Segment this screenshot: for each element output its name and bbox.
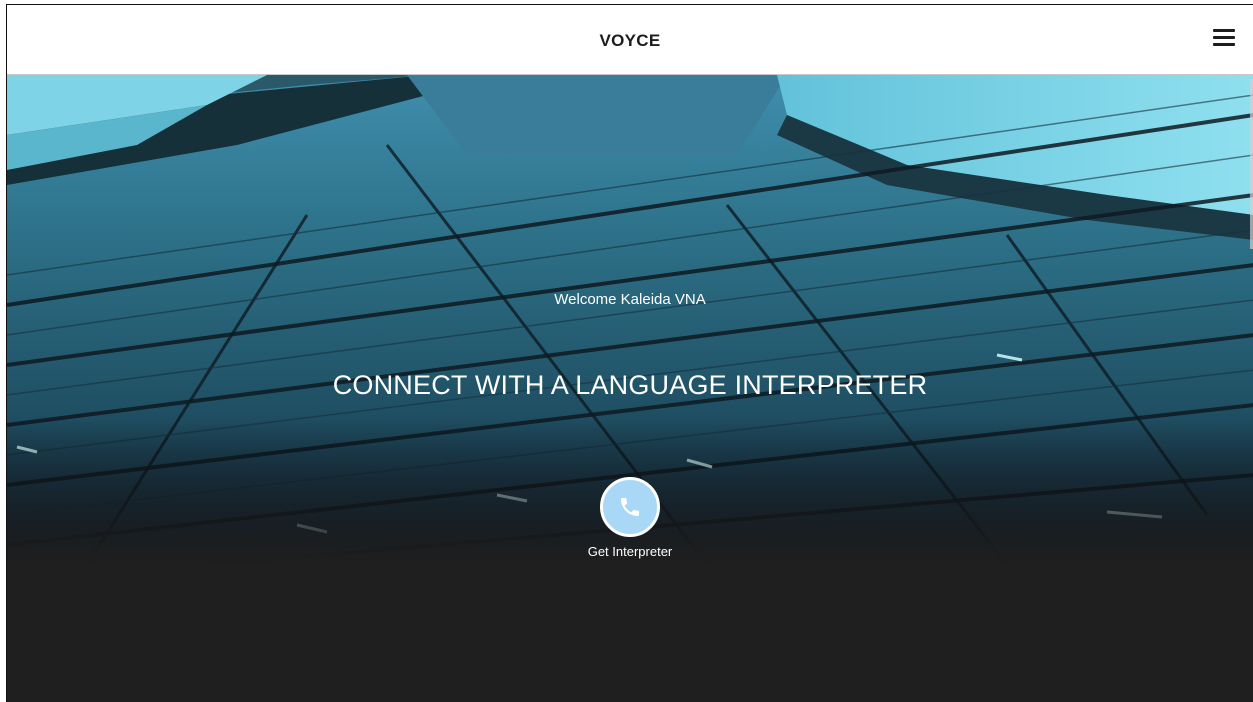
page-bottom xyxy=(7,565,1253,702)
phone-icon xyxy=(621,498,639,516)
top-app-bar: VOYCE xyxy=(7,5,1253,75)
hamburger-menu-icon[interactable] xyxy=(1213,29,1235,49)
get-interpreter-button[interactable] xyxy=(600,477,660,537)
get-interpreter-label[interactable]: Get Interpreter xyxy=(7,544,1253,559)
welcome-message: Welcome Kaleida VNA xyxy=(554,291,706,308)
get-interpreter-section: Get Interpreter xyxy=(7,477,1253,559)
app-window: VOYCE Welcome Kaleida VNA CONNECT WITH A… xyxy=(6,4,1253,702)
brand-title: VOYCE xyxy=(599,31,661,50)
hero-headline: CONNECT WITH A LANGUAGE INTERPRETER xyxy=(332,370,928,400)
